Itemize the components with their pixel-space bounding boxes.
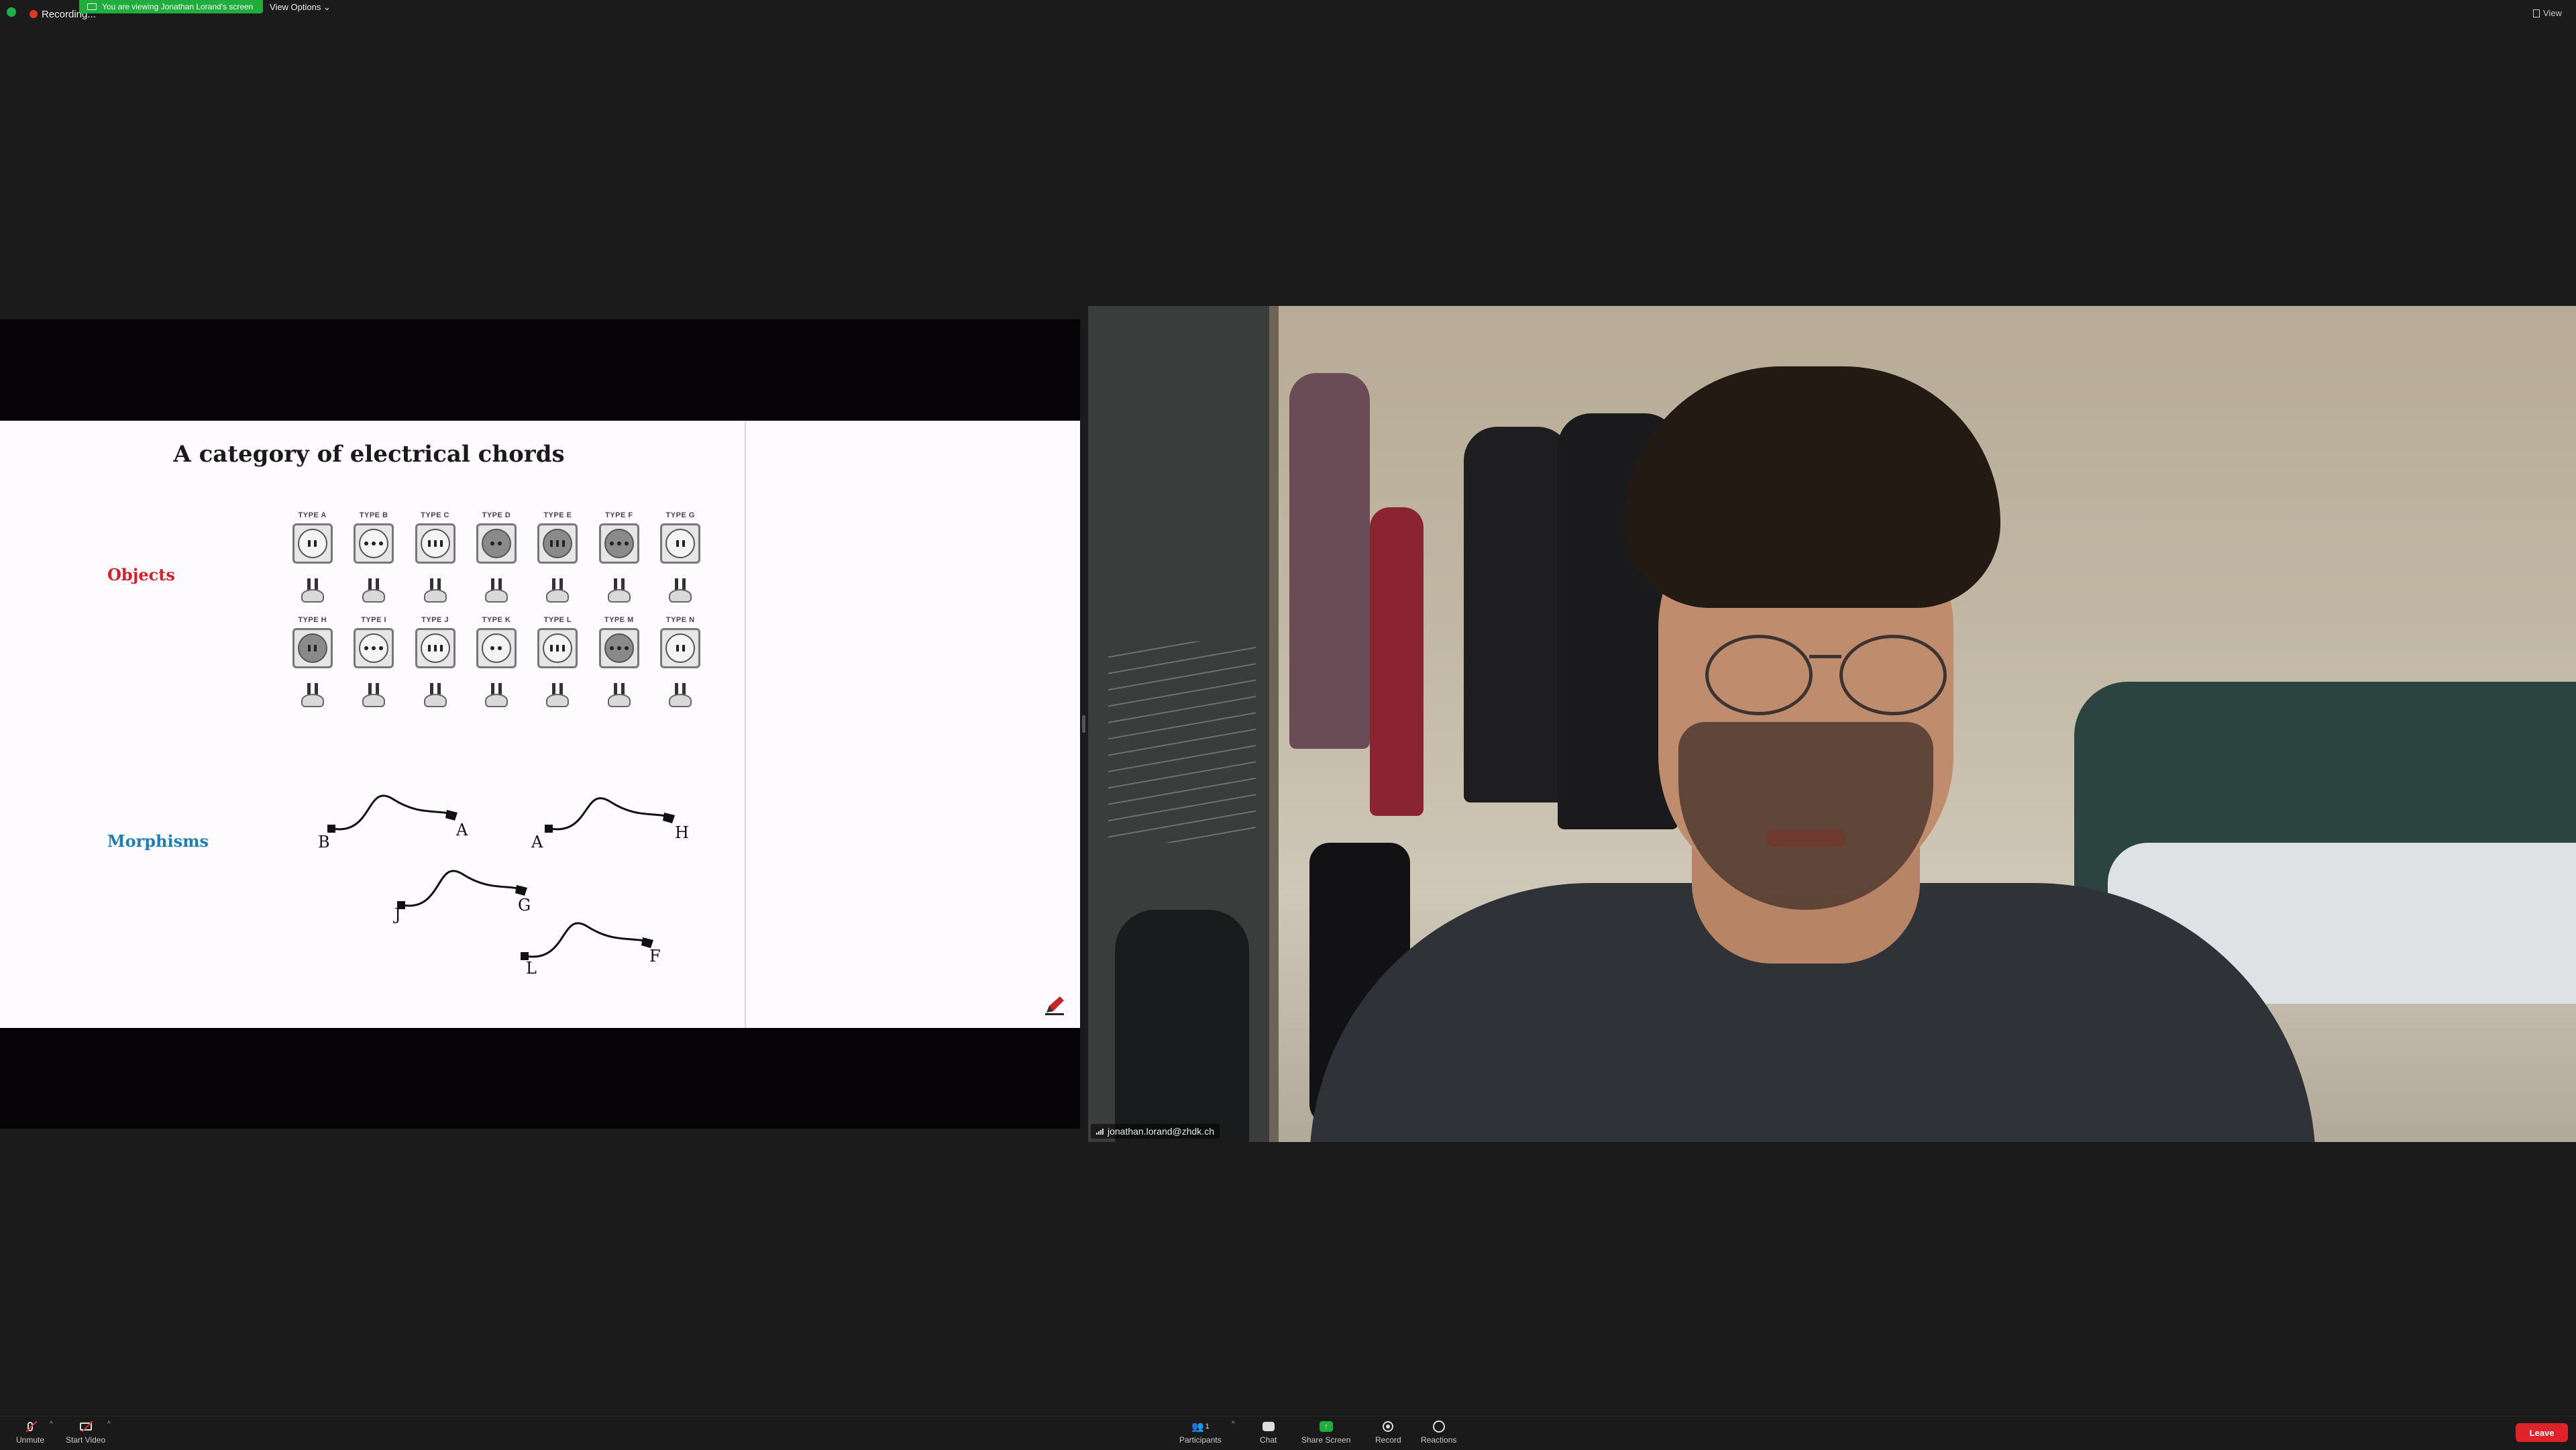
morphism-label-to: H [675, 823, 689, 842]
share-screen-label: Share Screen [1301, 1435, 1351, 1445]
chat-label: Chat [1260, 1435, 1277, 1445]
record-label: Record [1375, 1435, 1401, 1445]
reactions-icon [1432, 1420, 1445, 1433]
person-hair [1625, 366, 2000, 608]
person-mouth [1766, 829, 1846, 847]
cable [327, 794, 458, 833]
screen-share-icon [87, 3, 97, 10]
reactions-label: Reactions [1421, 1435, 1457, 1445]
cable [521, 922, 653, 960]
chalk-writing [1108, 641, 1256, 843]
meeting-top-bar: Recording... You are viewing Jonathan Lo… [0, 0, 2576, 27]
record-button[interactable]: Record [1375, 1419, 1401, 1445]
participants-count: 1 [1205, 1422, 1210, 1431]
security-shield-icon[interactable] [7, 7, 16, 17]
morphism-label-to: F [649, 947, 661, 966]
cable [545, 797, 675, 833]
slide-divider [745, 421, 746, 1028]
morphism-label-from: A [531, 833, 543, 851]
start-video-label: Start Video [66, 1435, 106, 1445]
unmute-label: Unmute [16, 1435, 45, 1445]
hanging-shirt [1289, 373, 1370, 749]
participant-name: jonathan.lorand@zhdk.ch [1108, 1126, 1214, 1137]
view-layout-icon [2533, 9, 2540, 17]
record-dot-icon [30, 10, 38, 18]
morphism-label-to: A [456, 821, 468, 839]
morphism-label-from: J [394, 905, 401, 924]
split-view-resize-handle[interactable] [1082, 715, 1085, 733]
shared-screen-area[interactable]: A category of electrical chords Objects … [0, 319, 1080, 1129]
glasses-lens [1839, 635, 1947, 715]
chat-button[interactable]: Chat [1260, 1419, 1277, 1445]
signal-strength-icon [1096, 1128, 1104, 1135]
chair [1115, 910, 1249, 1142]
viewing-screen-banner: You are viewing Jonathan Lorand's screen [79, 0, 263, 13]
leave-button[interactable]: Leave [2516, 1423, 2568, 1442]
view-options-button[interactable]: View Options ⌄ [270, 2, 331, 13]
glasses-lens [1705, 635, 1813, 715]
participants-label: Participants [1179, 1435, 1222, 1445]
presentation-slide: A category of electrical chords Objects … [0, 421, 1080, 1028]
glasses-bridge [1809, 655, 1841, 658]
share-screen-button[interactable]: ↑ Share Screen [1301, 1419, 1350, 1445]
hanging-coat [1464, 427, 1571, 802]
record-icon [1383, 1421, 1394, 1432]
view-label: View [2543, 8, 2562, 18]
audio-options-caret-icon[interactable]: ^ [50, 1420, 53, 1428]
view-button[interactable]: View [2533, 8, 2562, 18]
annotation-pen-icon [1045, 996, 1064, 1015]
banner-text: You are viewing Jonathan Lorand's screen [102, 2, 254, 11]
morphism-cables [327, 794, 675, 960]
participants-icon: 👥 [1191, 1421, 1204, 1433]
hanging-shirt [1370, 507, 1424, 816]
morphism-label-to: G [518, 896, 531, 915]
morphism-label-from: L [526, 959, 537, 978]
video-options-caret-icon[interactable]: ^ [107, 1420, 111, 1428]
reactions-button[interactable]: Reactions [1421, 1419, 1456, 1445]
chat-icon [1262, 1422, 1275, 1431]
participants-button[interactable]: 👥 1 Participants [1179, 1419, 1222, 1445]
door-frame [1269, 306, 1279, 1142]
participant-video[interactable] [1088, 306, 2576, 1142]
morphism-label-from: B [318, 833, 330, 851]
meeting-toolbar: Unmute ^ Start Video ^ 👥 1 Participants ^… [0, 1416, 2576, 1450]
start-video-button[interactable]: Start Video [66, 1419, 105, 1445]
cable [397, 870, 527, 909]
share-screen-icon: ↑ [1319, 1421, 1333, 1432]
participant-name-tag: jonathan.lorand@zhdk.ch [1091, 1124, 1220, 1139]
unmute-button[interactable]: Unmute [16, 1419, 44, 1445]
participants-options-caret-icon[interactable]: ^ [1232, 1420, 1235, 1428]
